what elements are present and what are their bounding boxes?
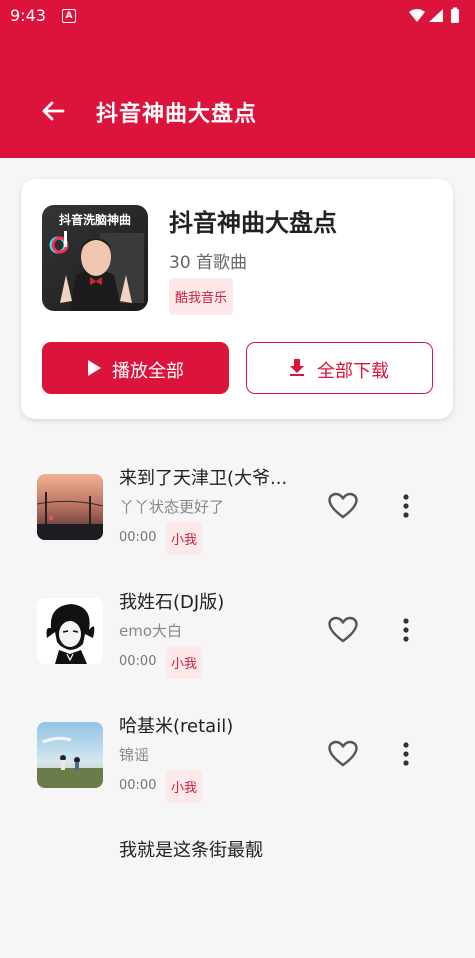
status-bar: 9:43 A <box>0 0 475 32</box>
playlist-header-card: 抖音洗脑神曲 抖音神曲大盘点 30 首歌曲 酷我音乐 播放全部 全部下载 <box>21 179 453 419</box>
heart-icon[interactable] <box>328 616 358 644</box>
status-time: 9:43 <box>10 6 46 25</box>
song-tag: 小我 <box>166 646 203 679</box>
song-artist: 丫丫状态更好了 <box>119 498 225 516</box>
back-arrow-icon[interactable] <box>38 96 68 126</box>
song-thumbnail <box>37 722 103 788</box>
song-thumbnail <box>37 474 103 540</box>
song-thumbnail <box>37 598 103 664</box>
download-all-label: 全部下载 <box>317 361 389 382</box>
song-artist: 锦谣 <box>119 746 150 764</box>
play-all-button[interactable]: 播放全部 <box>42 342 229 394</box>
play-all-label: 播放全部 <box>112 361 184 382</box>
battery-icon <box>451 9 459 23</box>
source-badge: 酷我音乐 <box>169 278 234 315</box>
song-title: 我姓石(DJ版) <box>119 592 225 613</box>
download-icon <box>290 359 304 376</box>
more-vert-icon[interactable] <box>396 740 416 768</box>
song-title: 来到了天津卫(大爷... <box>119 468 288 489</box>
page-title: 抖音神曲大盘点 <box>96 102 258 127</box>
song-count: 30 首歌曲 <box>169 253 248 273</box>
more-vert-icon[interactable] <box>396 616 416 644</box>
signal-icon <box>429 9 443 22</box>
song-row[interactable]: 哈基米(retail) 锦谣 00:00 小我 <box>0 710 475 834</box>
song-title: 哈基米(retail) <box>119 716 234 737</box>
heart-icon[interactable] <box>328 492 358 520</box>
song-row[interactable]: 我姓石(DJ版) emo大白 00:00 小我 <box>0 586 475 710</box>
cover-figure <box>49 231 144 311</box>
song-duration: 00:00 <box>119 654 157 669</box>
song-duration: 00:00 <box>119 530 157 545</box>
wifi-icon <box>409 9 425 22</box>
app-bar: 抖音神曲大盘点 <box>0 32 475 158</box>
song-artist: emo大白 <box>119 622 183 640</box>
playlist-title: 抖音神曲大盘点 <box>169 209 337 237</box>
song-tag: 小我 <box>166 522 203 555</box>
song-row[interactable]: 来到了天津卫(大爷... 丫丫状态更好了 00:00 小我 <box>0 462 475 586</box>
play-icon <box>88 360 101 376</box>
song-row[interactable]: 我就是这条街最靓 <box>0 834 475 958</box>
download-all-button[interactable]: 全部下载 <box>246 342 433 394</box>
playlist-cover: 抖音洗脑神曲 <box>42 205 148 311</box>
system-status-icons <box>409 7 459 23</box>
notification-icon: A <box>62 9 76 23</box>
song-duration: 00:00 <box>119 778 157 793</box>
heart-icon[interactable] <box>328 740 358 768</box>
song-tag: 小我 <box>166 770 203 803</box>
song-title: 我就是这条街最靓 <box>119 840 263 861</box>
more-vert-icon[interactable] <box>396 492 416 520</box>
